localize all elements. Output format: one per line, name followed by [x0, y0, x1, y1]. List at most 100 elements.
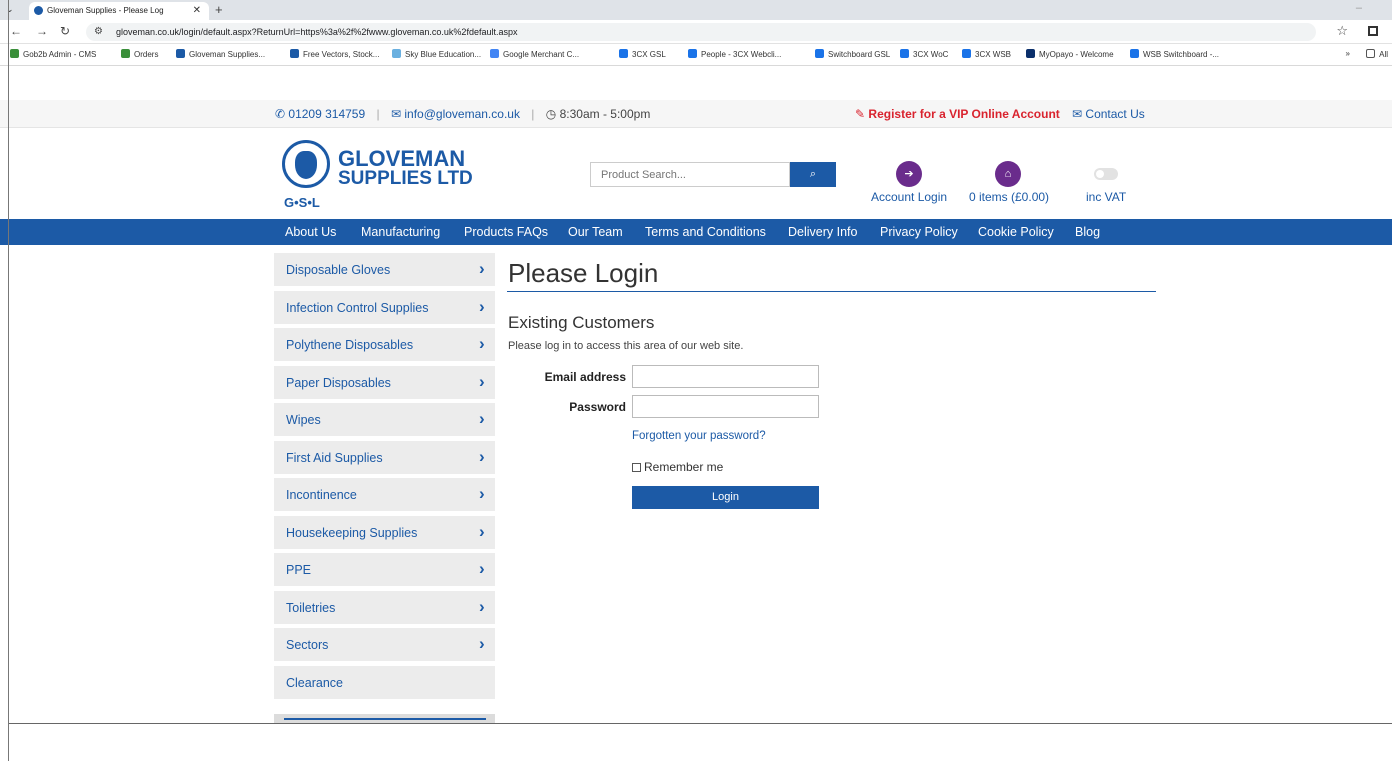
bookmark-item[interactable]: Gob2b Admin - CMS [10, 49, 96, 59]
nav-products-faqs[interactable]: Products FAQs [464, 225, 548, 239]
category-clearance[interactable]: Clearance [274, 665, 495, 699]
nav-manufacturing[interactable]: Manufacturing [361, 225, 440, 239]
category-wipes[interactable]: Wipes › [274, 403, 495, 436]
logo-line-2: SUPPLIES LTD [338, 168, 473, 189]
bookmark-label: Switchboard GSL [828, 50, 891, 59]
browser-tab[interactable]: Gloveman Supplies - Please Log ✕ [29, 2, 209, 20]
forward-arrow-icon[interactable]: → [36, 24, 48, 38]
product-search-input[interactable] [590, 162, 790, 187]
address-url[interactable]: gloveman.co.uk/login/default.aspx?Return… [116, 27, 517, 37]
new-tab-button[interactable]: + [215, 2, 223, 17]
category-disposable-gloves[interactable]: Disposable Gloves › [274, 253, 495, 286]
bookmark-item[interactable]: Orders [121, 49, 158, 59]
login-button[interactable]: Login [632, 486, 819, 509]
category-paper-disposables[interactable]: Paper Disposables › [274, 365, 495, 399]
forgot-password-link[interactable]: Forgotten your password? [632, 430, 766, 442]
bookmark-item[interactable]: Sky Blue Education... [392, 49, 481, 59]
category-label: Polythene Disposables [286, 338, 414, 352]
folder-icon [1366, 49, 1376, 58]
reload-icon[interactable]: ↻ [60, 24, 70, 38]
bookmark-item[interactable]: WSB Switchboard -... [1130, 49, 1219, 59]
email-field[interactable] [632, 365, 819, 388]
category-incontinence[interactable]: Incontinence › [274, 478, 495, 511]
basket-icon[interactable]: ⌂ [995, 161, 1021, 187]
contact-strip: ✆ 01209 314759 | ✉ info@gloveman.co.uk |… [275, 107, 650, 121]
chevron-right-icon: › [479, 596, 485, 616]
logo-abbreviation: G•S•L [284, 195, 320, 210]
bookmark-item[interactable]: MyOpayo - Welcome [1026, 49, 1114, 59]
remember-me-label: Remember me [644, 460, 724, 474]
nav-about-us[interactable]: About Us [285, 225, 336, 239]
bookmark-item[interactable]: Free Vectors, Stock... [290, 49, 379, 59]
email-label: Email address [544, 370, 626, 384]
nav-our-team[interactable]: Our Team [568, 225, 623, 239]
bookmark-item[interactable]: 3CX WoC [900, 49, 948, 59]
category-housekeeping[interactable]: Housekeeping Supplies › [274, 515, 495, 549]
nav-delivery-info[interactable]: Delivery Info [788, 225, 857, 239]
nav-terms-and-conditions[interactable]: Terms and Conditions [645, 225, 766, 239]
category-sectors[interactable]: Sectors › [274, 628, 495, 661]
bookmark-label: 3CX WSB [975, 50, 1012, 59]
category-ppe[interactable]: PPE › [274, 553, 495, 586]
bookmark-favicon-icon [392, 49, 401, 58]
bookmark-item[interactable]: 3CX WSB [962, 49, 1011, 59]
bookmark-favicon-icon [290, 49, 299, 58]
section-heading: Existing Customers [508, 313, 655, 332]
tab-close-icon[interactable]: ✕ [193, 5, 201, 16]
gloveman-logo[interactable]: GLOVEMAN SUPPLIES LTD G•S•L [282, 140, 482, 215]
account-login-link[interactable]: Account Login [871, 190, 947, 204]
nav-blog[interactable]: Blog [1075, 225, 1100, 239]
divider: | [531, 107, 535, 121]
bookmark-item[interactable]: Gloveman Supplies... [176, 49, 265, 59]
category-label: Incontinence [286, 488, 357, 502]
category-polythene-disposables[interactable]: Polythene Disposables › [274, 328, 495, 361]
nav-cookie-policy[interactable]: Cookie Policy [978, 225, 1054, 239]
basket-summary-link[interactable]: 0 items (£0.00) [969, 190, 1049, 204]
side-panel-icon[interactable] [1368, 26, 1378, 36]
vip-register-link[interactable]: ✎ Register for a VIP Online Account [855, 107, 1060, 121]
back-arrow-icon[interactable]: ← [10, 24, 22, 38]
title-divider [507, 291, 1156, 292]
address-bar[interactable]: ⚙ gloveman.co.uk/login/default.aspx?Retu… [86, 23, 1316, 41]
category-label: PPE [286, 563, 312, 577]
bookmark-label: WSB Switchboard -... [1143, 50, 1220, 59]
page-frame-divider [8, 723, 1392, 724]
site-topbar: ✆ 01209 314759 | ✉ info@gloveman.co.uk |… [0, 100, 1392, 128]
bookmarks-overflow-icon[interactable]: » [1346, 49, 1350, 58]
bookmark-favicon-icon [10, 49, 19, 58]
tab-title: Gloveman Supplies - Please Log [47, 6, 164, 15]
site-info-icon[interactable]: ⚙ [94, 26, 103, 37]
bookmark-favicon-icon [900, 49, 909, 58]
browser-toolbar: ← → ↻ ⚙ gloveman.co.uk/login/default.asp… [0, 20, 1392, 44]
nav-privacy-policy[interactable]: Privacy Policy [880, 225, 958, 239]
remember-me-checkbox[interactable]: Remember me [632, 460, 723, 474]
bookmark-star-icon[interactable]: ☆ [1336, 23, 1348, 39]
category-label: Toiletries [286, 600, 336, 615]
main-nav: About Us Manufacturing Products FAQs Our… [0, 219, 1392, 245]
contact-us-link[interactable]: ✉ Contact Us [1072, 107, 1145, 121]
all-bookmarks-folder[interactable]: All [1366, 49, 1388, 59]
login-arrow-icon[interactable]: ➔ [896, 161, 922, 187]
chevron-right-icon: › [479, 446, 485, 466]
window-minimize-icon[interactable]: – [1356, 2, 1362, 14]
bookmark-item[interactable]: 3CX GSL [619, 49, 666, 59]
vat-toggle[interactable] [1094, 168, 1118, 180]
category-first-aid[interactable]: First Aid Supplies › [274, 440, 495, 474]
chevron-right-icon: › [479, 484, 485, 503]
search-button[interactable]: ⌕ [790, 162, 836, 187]
email-link[interactable]: info@gloveman.co.uk [404, 107, 520, 121]
category-infection-control[interactable]: Infection Control Supplies › [274, 290, 495, 324]
browser-tab-strip: ⌄ Gloveman Supplies - Please Log ✕ + – [0, 0, 1392, 20]
bookmark-item[interactable]: Switchboard GSL [815, 49, 890, 59]
bookmark-item[interactable]: Google Merchant C... [490, 49, 579, 59]
bookmark-label: Free Vectors, Stock... [303, 50, 380, 59]
phone-number[interactable]: 01209 314759 [288, 107, 365, 121]
password-field[interactable] [632, 395, 819, 418]
checkbox-box[interactable] [632, 463, 641, 472]
category-label: Infection Control Supplies [286, 300, 429, 315]
clock-icon: ◷ [545, 107, 557, 121]
category-toiletries[interactable]: Toiletries › [274, 590, 495, 624]
bookmark-favicon-icon [176, 49, 185, 58]
bookmark-item[interactable]: People - 3CX Webcli... [688, 49, 781, 59]
hand-logo-icon [282, 140, 330, 188]
